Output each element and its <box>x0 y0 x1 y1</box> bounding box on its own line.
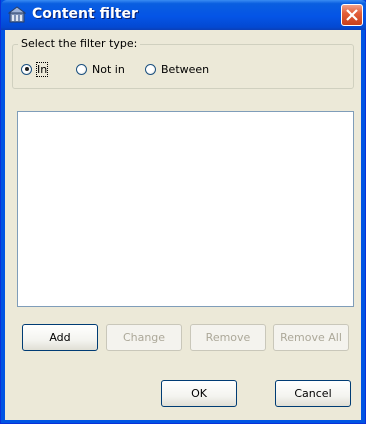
radio-option-not-in[interactable]: Not in <box>76 62 125 76</box>
dialog-body: Select the filter type: In Not in Betwee… <box>5 30 361 420</box>
title-bar[interactable]: Content filter <box>1 0 366 30</box>
ok-button[interactable]: OK <box>161 380 237 407</box>
close-icon <box>346 9 358 21</box>
filter-app-icon <box>8 6 26 23</box>
radio-option-between[interactable]: Between <box>145 62 209 76</box>
change-button[interactable]: Change <box>106 324 182 351</box>
radio-in-label[interactable]: In <box>35 61 49 77</box>
radio-not-in-button[interactable] <box>76 63 87 75</box>
remove-all-button[interactable]: Remove All <box>273 324 349 351</box>
radio-in-button[interactable] <box>21 63 32 75</box>
cancel-button[interactable]: Cancel <box>275 380 351 407</box>
radio-not-in-label[interactable]: Not in <box>92 63 125 76</box>
filter-type-group: Select the filter type: In Not in Betwee… <box>12 37 354 89</box>
values-listbox[interactable] <box>17 111 354 307</box>
add-button[interactable]: Add <box>22 324 98 351</box>
dialog-window: Content filter Select the filter type: I… <box>0 0 366 424</box>
radio-between-button[interactable] <box>145 63 156 75</box>
radio-between-label[interactable]: Between <box>161 63 209 76</box>
close-button[interactable] <box>341 4 363 26</box>
window-title: Content filter <box>32 6 138 22</box>
radio-option-in[interactable]: In <box>21 61 49 77</box>
filter-type-group-label: Select the filter type: <box>18 37 141 50</box>
remove-button[interactable]: Remove <box>190 324 266 351</box>
